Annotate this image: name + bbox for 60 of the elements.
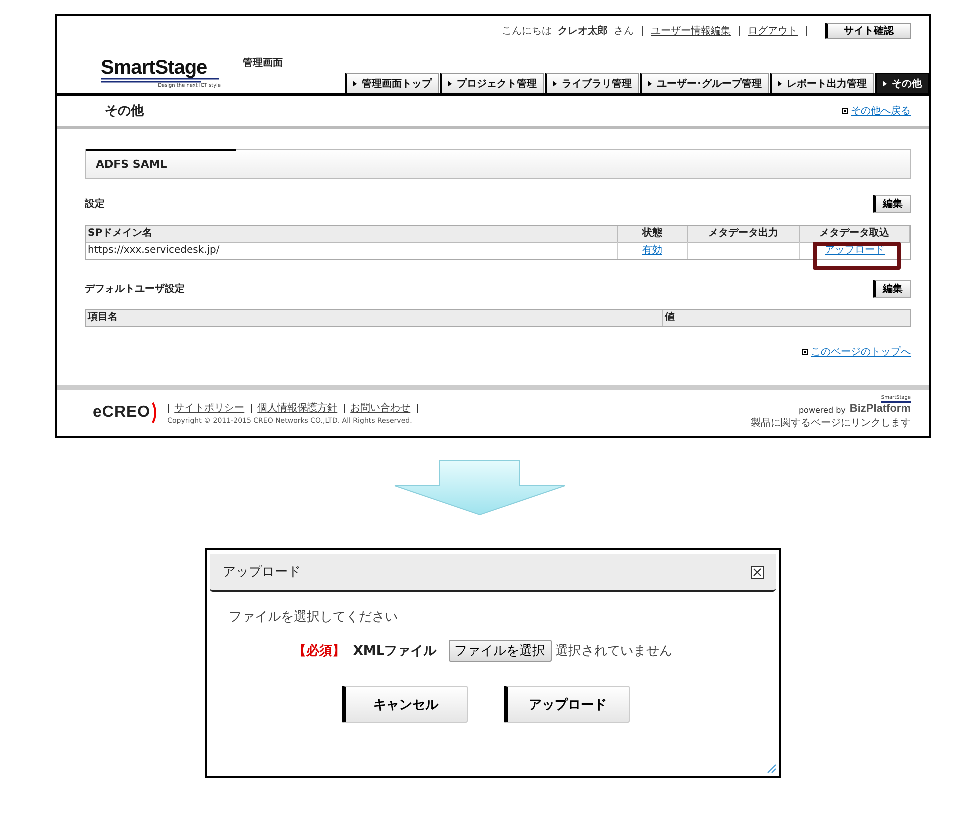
caret-icon <box>778 80 782 86</box>
swoosh-icon <box>101 78 221 83</box>
nav-tab[interactable]: プロジェクト管理 <box>440 73 544 93</box>
footer-link[interactable]: 個人情報保護方針 <box>258 401 338 415</box>
caret-icon <box>353 80 357 86</box>
dialog-title: アップロード <box>223 564 301 581</box>
footer-link[interactable]: お問い合わせ <box>350 401 411 415</box>
dialog-button[interactable]: アップロード <box>504 686 630 723</box>
column-header: メタデータ取込 <box>800 226 910 242</box>
product-logo-text: BizPlatform <box>850 403 911 415</box>
close-icon <box>751 566 764 578</box>
nav-tab[interactable]: ライブラリ管理 <box>545 73 639 93</box>
down-arrow-icon <box>394 460 566 516</box>
file-status-text: 選択されていません <box>556 643 673 660</box>
dialog-button[interactable]: キャンセル <box>342 686 468 723</box>
section-tab[interactable]: ADFS SAML <box>85 149 911 179</box>
column-header: 状態 <box>618 226 688 242</box>
section-heading: 設定 <box>85 197 105 211</box>
column-header: 項目名 <box>86 310 663 326</box>
greeting-text: こんにちは <box>502 25 552 38</box>
caret-icon <box>883 80 887 86</box>
column-header: 値 <box>663 310 910 326</box>
nav-tab[interactable]: ユーザー･グループ管理 <box>640 73 769 93</box>
instruction-text: ファイルを選択してください <box>229 609 399 626</box>
required-mark: 【必須】 <box>293 642 346 660</box>
nav-tab[interactable]: その他 <box>875 73 929 93</box>
column-header: SPドメイン名 <box>86 226 618 242</box>
close-button[interactable] <box>751 566 764 578</box>
caret-icon <box>448 80 452 86</box>
logo-text: SmartStage <box>101 58 208 78</box>
page-title: その他 <box>105 103 144 120</box>
powered-by-text: powered by <box>798 406 846 415</box>
caret-icon <box>648 80 652 86</box>
user-name: クレオ太郎 <box>558 24 608 38</box>
header-link[interactable]: ユーザー情報編集 <box>651 24 731 38</box>
subtitle-text: 管理画面 <box>243 56 283 70</box>
square-bullet-icon <box>802 349 808 355</box>
site-check-button[interactable]: サイト確認 <box>825 23 911 39</box>
table-cell: https://xxx.servicedesk.jp/ <box>86 242 618 259</box>
header-link[interactable]: ログアウト <box>748 24 798 38</box>
product-note-link[interactable]: 製品に関するページにリンクします <box>751 416 911 430</box>
footer-link[interactable]: サイトポリシー <box>174 401 245 415</box>
caret-icon <box>553 80 557 86</box>
section-heading: デフォルトユーザ設定 <box>85 282 185 296</box>
status-link[interactable]: 有効 <box>642 245 662 256</box>
choose-file-button[interactable]: ファイルを選択 <box>448 640 552 662</box>
edit-button[interactable]: 編集 <box>873 280 911 298</box>
honorific-text: さん <box>614 25 634 38</box>
square-bullet-icon <box>842 108 848 114</box>
company-logo-text: eCREO <box>93 404 151 422</box>
back-link[interactable]: その他へ戻る <box>851 104 911 118</box>
page-top-link[interactable]: このページのトップへ <box>811 345 911 359</box>
arc-icon <box>152 402 158 424</box>
upload-link[interactable]: アップロード <box>825 245 885 256</box>
nav-tab[interactable]: レポート出力管理 <box>770 73 874 93</box>
edit-button[interactable]: 編集 <box>873 195 911 213</box>
column-header: メタデータ出力 <box>688 226 800 242</box>
field-label: XMLファイル <box>353 643 437 660</box>
resize-grip-icon <box>765 762 777 774</box>
nav-tab[interactable]: 管理画面トップ <box>345 73 439 93</box>
